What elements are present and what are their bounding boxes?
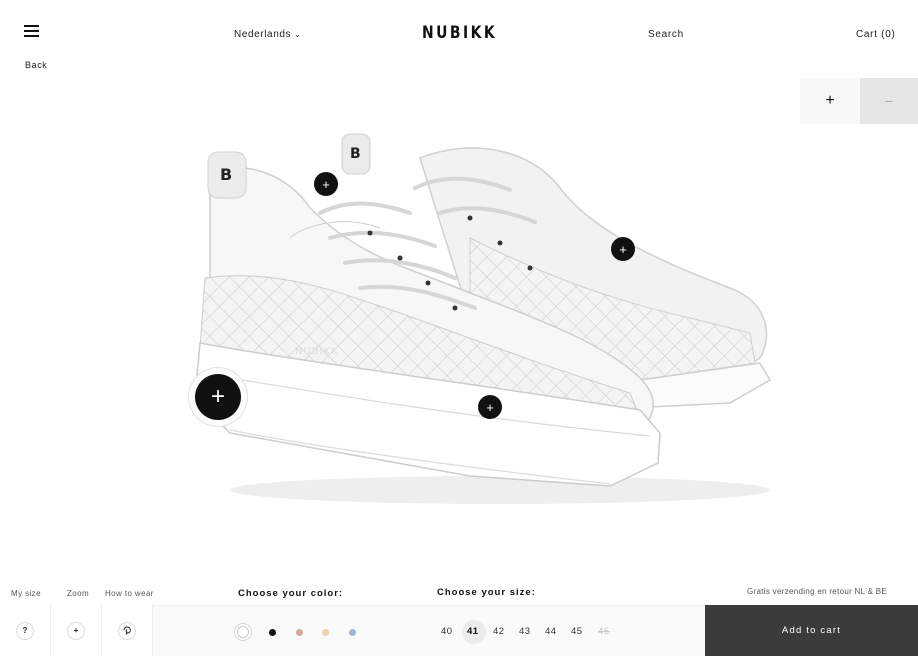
hotspot-plus-icon[interactable]: + [195, 374, 241, 420]
hotspot-plus-icon[interactable]: + [478, 395, 502, 419]
size-option-selected[interactable]: 41 [467, 626, 479, 637]
back-link[interactable]: Back [25, 60, 47, 70]
color-swatch-beige[interactable] [322, 629, 329, 636]
size-option[interactable]: 43 [519, 626, 531, 637]
size-option[interactable]: 40 [441, 626, 453, 637]
logo[interactable]: NUBIKK [422, 23, 497, 43]
header: Back Nederlands ⌄ NUBIKK Search Cart (0) [0, 0, 918, 70]
how-to-wear-label: How to wear [105, 589, 154, 598]
size-option[interactable]: 42 [493, 626, 505, 637]
size-option-sold-out: 46 [598, 626, 610, 637]
my-size-label: My size [11, 589, 41, 598]
search-link[interactable]: Search [648, 29, 684, 40]
pinterest-icon [118, 621, 136, 640]
svg-text:B: B [350, 146, 361, 162]
svg-text:NUBIKK: NUBIKK [295, 346, 339, 357]
color-swatch-blue[interactable] [349, 629, 356, 636]
color-section-title: Choose your color: [238, 588, 344, 599]
size-option[interactable]: 45 [571, 626, 583, 637]
plus-icon: + [67, 621, 85, 640]
cart-link[interactable]: Cart (0) [856, 29, 896, 40]
svg-text:B: B [220, 165, 232, 184]
add-to-cart-button[interactable]: Add to cart [705, 605, 918, 656]
my-size-button[interactable]: ? [0, 605, 51, 656]
zoom-label: Zoom [67, 589, 90, 598]
shipping-note: Gratis verzending en retour NL & BE [747, 587, 888, 596]
color-swatch-inner [237, 626, 249, 638]
color-swatch-pink[interactable] [296, 629, 303, 636]
color-swatch-white[interactable] [234, 623, 252, 641]
language-selector[interactable]: Nederlands ⌄ [234, 29, 301, 40]
zoom-out-button[interactable]: − [860, 78, 918, 124]
how-to-wear-button[interactable] [102, 605, 153, 656]
product-image: B B NUBIKK [194, 133, 772, 504]
size-option[interactable]: 44 [545, 626, 557, 637]
size-section-title: Choose your size: [437, 587, 536, 598]
color-swatch-black[interactable] [269, 629, 276, 636]
hotspot-plus-icon[interactable]: + [611, 237, 635, 261]
chevron-down-icon: ⌄ [294, 30, 302, 39]
hamburger-icon[interactable] [24, 25, 39, 37]
question-icon: ? [16, 621, 34, 640]
zoom-in-button[interactable]: + [800, 78, 860, 124]
language-label: Nederlands [234, 29, 292, 40]
zoom-button[interactable]: + [51, 605, 102, 656]
hotspot-plus-icon[interactable]: + [314, 172, 338, 196]
